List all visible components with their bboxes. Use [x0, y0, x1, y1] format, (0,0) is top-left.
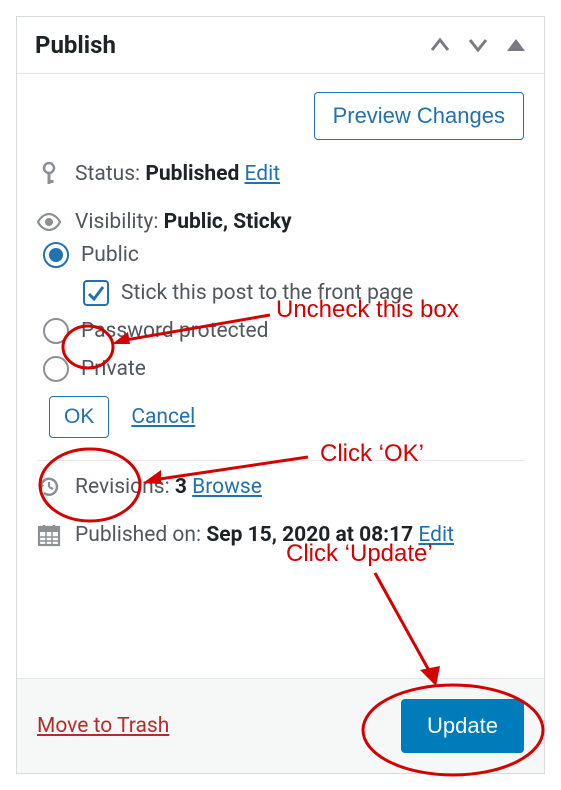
visibility-row: Visibility: Public, Sticky — [37, 210, 524, 234]
published-on-label: Published on: — [75, 523, 201, 547]
revisions-label: Revisions: — [75, 475, 170, 499]
radio-private[interactable]: Private — [43, 356, 524, 382]
collapse-icon[interactable] — [506, 38, 526, 52]
edit-date-link[interactable]: Edit — [418, 523, 454, 547]
status-label: Status: — [75, 162, 140, 186]
metabox-title: Publish — [35, 31, 116, 59]
revisions-row: Revisions: 3 Browse — [37, 475, 524, 499]
published-on-text: Published on: Sep 15, 2020 at 08:17 Edit — [75, 523, 454, 547]
sticky-row[interactable]: Stick this post to the front page — [83, 280, 524, 306]
radio-password[interactable]: Password protected — [43, 318, 524, 344]
section-divider — [37, 460, 524, 461]
radio-private-label: Private — [81, 357, 146, 381]
visibility-options: Public Stick this post to the front page… — [37, 242, 524, 438]
browse-revisions-link[interactable]: Browse — [192, 475, 262, 499]
move-to-trash-link[interactable]: Move to Trash — [37, 714, 169, 738]
edit-status-link[interactable]: Edit — [245, 162, 281, 186]
preview-changes-button[interactable]: Preview Changes — [314, 92, 524, 140]
update-button[interactable]: Update — [401, 699, 524, 753]
sticky-checkbox[interactable] — [83, 280, 109, 306]
key-icon — [37, 162, 61, 186]
radio-public[interactable]: Public — [43, 242, 524, 268]
published-on-value: Sep 15, 2020 at 08:17 — [206, 523, 413, 547]
visibility-actions: OK Cancel — [49, 396, 524, 438]
sticky-label: Stick this post to the front page — [121, 281, 413, 305]
visibility-ok-button[interactable]: OK — [49, 396, 109, 438]
status-row: Status: Published Edit — [37, 162, 524, 186]
outer-frame: Publish Preview Changes — [0, 0, 561, 790]
publish-metabox: Publish Preview Changes — [16, 16, 545, 774]
visibility-text: Visibility: Public, Sticky — [75, 210, 292, 234]
metabox-header: Publish — [17, 17, 544, 74]
visibility-label: Visibility: — [75, 210, 158, 234]
radio-password-label: Password protected — [81, 319, 269, 343]
status-text: Status: Published Edit — [75, 162, 280, 186]
calendar-icon — [37, 523, 61, 547]
visibility-value: Public, Sticky — [164, 210, 292, 234]
metabox-body: Preview Changes Status: Published Edit — [17, 74, 544, 678]
move-up-icon[interactable] — [430, 38, 450, 52]
radio-password-input[interactable] — [43, 318, 69, 344]
visibility-cancel-link[interactable]: Cancel — [131, 405, 195, 429]
radio-private-input[interactable] — [43, 356, 69, 382]
header-controls — [430, 38, 526, 52]
eye-icon — [37, 213, 61, 231]
published-on-row: Published on: Sep 15, 2020 at 08:17 Edit — [37, 523, 524, 547]
move-down-icon[interactable] — [468, 38, 488, 52]
revisions-icon — [37, 475, 61, 499]
metabox-footer: Move to Trash Update — [17, 678, 544, 773]
radio-public-label: Public — [81, 243, 139, 267]
radio-public-input[interactable] — [43, 242, 69, 268]
revisions-text: Revisions: 3 Browse — [75, 475, 262, 499]
status-value: Published — [145, 162, 239, 186]
revisions-count: 3 — [175, 475, 187, 499]
